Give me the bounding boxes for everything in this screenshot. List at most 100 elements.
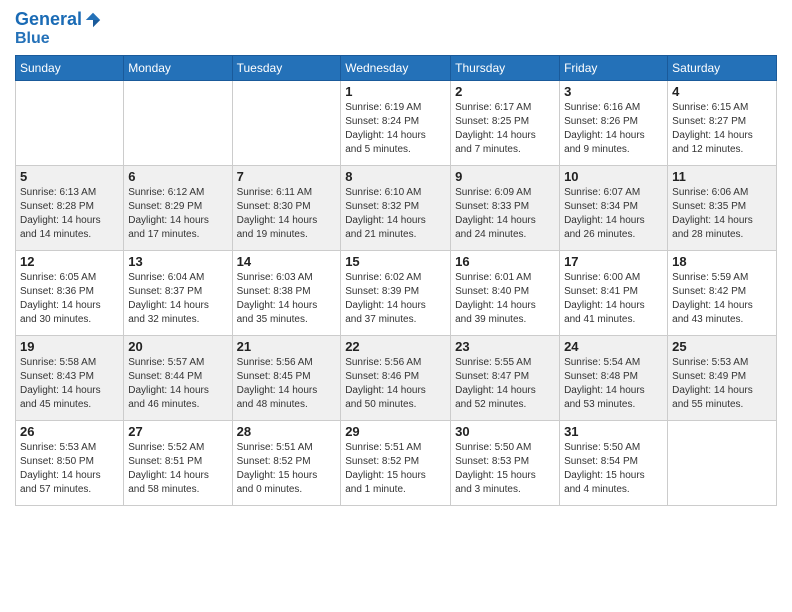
- calendar-cell: 22Sunrise: 5:56 AM Sunset: 8:46 PM Dayli…: [341, 336, 451, 421]
- day-number: 11: [672, 169, 772, 184]
- calendar-cell: 20Sunrise: 5:57 AM Sunset: 8:44 PM Dayli…: [124, 336, 232, 421]
- calendar-cell: 18 Sunrise: 5:59 AM Sunset: 8:42 PM Dayli…: [668, 251, 777, 336]
- calendar-cell: 15 Sunrise: 6:02 AM Sunset: 8:39 PM Dayli…: [341, 251, 451, 336]
- calendar-cell: 23 Sunrise: 5:55 AM Sunset: 8:47 PM Dayli…: [451, 336, 560, 421]
- weekday-header-saturday: Saturday: [668, 56, 777, 81]
- day-number: 15: [345, 254, 446, 269]
- day-info: Sunrise: 5:50 AM Sunset: 8:53 PM Dayligh…: [455, 441, 555, 497]
- day-number: 27: [128, 424, 227, 439]
- calendar-cell: 29Sunrise: 5:51 AM Sunset: 8:52 PM Dayli…: [341, 421, 451, 506]
- day-number: 29: [345, 424, 446, 439]
- day-info: Sunrise: 5:54 AM Sunset: 8:48 PM Dayligh…: [564, 356, 663, 412]
- day-info: Sunrise: 5:53 AM Sunset: 8:49 PM Dayligh…: [672, 356, 772, 412]
- calendar-cell: 27 Sunrise: 5:52 AM Sunset: 8:51 PM Dayli…: [124, 421, 232, 506]
- day-info: Sunrise: 5:58 AM Sunset: 8:43 PM Dayligh…: [20, 356, 119, 412]
- weekday-header-wednesday: Wednesday: [341, 56, 451, 81]
- calendar-cell: 31 Sunrise: 5:50 AM Sunset: 8:54 PM Dayli…: [560, 421, 668, 506]
- day-info: Sunrise: 6:19 AM Sunset: 8:24 PM Dayligh…: [345, 101, 446, 157]
- day-info: Sunrise: 5:57 AM Sunset: 8:44 PM Dayligh…: [128, 356, 227, 412]
- calendar-cell: 16Sunrise: 6:01 AM Sunset: 8:40 PM Dayli…: [451, 251, 560, 336]
- day-info: Sunrise: 6:16 AM Sunset: 8:26 PM Dayligh…: [564, 101, 663, 157]
- logo: General Blue: [15, 10, 102, 47]
- week-row-3: 12Sunrise: 6:05 AM Sunset: 8:36 PM Dayli…: [16, 251, 777, 336]
- day-info: Sunrise: 6:12 AM Sunset: 8:29 PM Dayligh…: [128, 186, 227, 242]
- day-info: Sunrise: 6:07 AM Sunset: 8:34 PM Dayligh…: [564, 186, 663, 242]
- day-info: Sunrise: 5:56 AM Sunset: 8:46 PM Dayligh…: [345, 356, 446, 412]
- day-number: 26: [20, 424, 119, 439]
- calendar-cell: 25 Sunrise: 5:53 AM Sunset: 8:49 PM Dayli…: [668, 336, 777, 421]
- logo-icon: [84, 11, 102, 29]
- week-row-5: 26 Sunrise: 5:53 AM Sunset: 8:50 PM Dayli…: [16, 421, 777, 506]
- week-row-1: 1 Sunrise: 6:19 AM Sunset: 8:24 PM Daylig…: [16, 81, 777, 166]
- week-row-2: 5 Sunrise: 6:13 AM Sunset: 8:28 PM Daylig…: [16, 166, 777, 251]
- day-info: Sunrise: 5:53 AM Sunset: 8:50 PM Dayligh…: [20, 441, 119, 497]
- day-info: Sunrise: 5:55 AM Sunset: 8:47 PM Dayligh…: [455, 356, 555, 412]
- day-info: Sunrise: 6:03 AM Sunset: 8:38 PM Dayligh…: [237, 271, 337, 327]
- calendar-cell: 10Sunrise: 6:07 AM Sunset: 8:34 PM Dayli…: [560, 166, 668, 251]
- calendar-cell: 7Sunrise: 6:11 AM Sunset: 8:30 PM Daylig…: [232, 166, 341, 251]
- logo-text-blue: Blue: [15, 30, 102, 48]
- weekday-header-monday: Monday: [124, 56, 232, 81]
- calendar-cell: 2Sunrise: 6:17 AM Sunset: 8:25 PM Daylig…: [451, 81, 560, 166]
- calendar-cell: 26 Sunrise: 5:53 AM Sunset: 8:50 PM Dayli…: [16, 421, 124, 506]
- day-info: Sunrise: 6:02 AM Sunset: 8:39 PM Dayligh…: [345, 271, 446, 327]
- calendar-cell: [232, 81, 341, 166]
- calendar-cell: 5 Sunrise: 6:13 AM Sunset: 8:28 PM Daylig…: [16, 166, 124, 251]
- day-number: 23: [455, 339, 555, 354]
- week-row-4: 19 Sunrise: 5:58 AM Sunset: 8:43 PM Dayli…: [16, 336, 777, 421]
- calendar-cell: 24Sunrise: 5:54 AM Sunset: 8:48 PM Dayli…: [560, 336, 668, 421]
- calendar-cell: 14Sunrise: 6:03 AM Sunset: 8:38 PM Dayli…: [232, 251, 341, 336]
- logo-text: General: [15, 10, 82, 30]
- calendar-cell: 9 Sunrise: 6:09 AM Sunset: 8:33 PM Daylig…: [451, 166, 560, 251]
- day-number: 5: [20, 169, 119, 184]
- calendar-cell: 13Sunrise: 6:04 AM Sunset: 8:37 PM Dayli…: [124, 251, 232, 336]
- day-info: Sunrise: 6:13 AM Sunset: 8:28 PM Dayligh…: [20, 186, 119, 242]
- day-number: 3: [564, 84, 663, 99]
- weekday-header-tuesday: Tuesday: [232, 56, 341, 81]
- day-number: 19: [20, 339, 119, 354]
- calendar-cell: 4 Sunrise: 6:15 AM Sunset: 8:27 PM Daylig…: [668, 81, 777, 166]
- day-number: 4: [672, 84, 772, 99]
- day-info: Sunrise: 6:01 AM Sunset: 8:40 PM Dayligh…: [455, 271, 555, 327]
- calendar-cell: [124, 81, 232, 166]
- page: General Blue SundayMondayTuesdayWednesda…: [0, 0, 792, 612]
- calendar-cell: 21Sunrise: 5:56 AM Sunset: 8:45 PM Dayli…: [232, 336, 341, 421]
- calendar-cell: 6Sunrise: 6:12 AM Sunset: 8:29 PM Daylig…: [124, 166, 232, 251]
- day-info: Sunrise: 6:11 AM Sunset: 8:30 PM Dayligh…: [237, 186, 337, 242]
- day-info: Sunrise: 5:59 AM Sunset: 8:42 PM Dayligh…: [672, 271, 772, 327]
- calendar-cell: 30 Sunrise: 5:50 AM Sunset: 8:53 PM Dayli…: [451, 421, 560, 506]
- day-info: Sunrise: 6:04 AM Sunset: 8:37 PM Dayligh…: [128, 271, 227, 327]
- day-number: 9: [455, 169, 555, 184]
- calendar-cell: 17 Sunrise: 6:00 AM Sunset: 8:41 PM Dayli…: [560, 251, 668, 336]
- calendar-cell: 3 Sunrise: 6:16 AM Sunset: 8:26 PM Daylig…: [560, 81, 668, 166]
- day-number: 18: [672, 254, 772, 269]
- day-info: Sunrise: 6:15 AM Sunset: 8:27 PM Dayligh…: [672, 101, 772, 157]
- day-number: 25: [672, 339, 772, 354]
- weekday-header-friday: Friday: [560, 56, 668, 81]
- day-info: Sunrise: 5:51 AM Sunset: 8:52 PM Dayligh…: [237, 441, 337, 497]
- day-number: 30: [455, 424, 555, 439]
- day-number: 21: [237, 339, 337, 354]
- day-info: Sunrise: 6:06 AM Sunset: 8:35 PM Dayligh…: [672, 186, 772, 242]
- day-number: 1: [345, 84, 446, 99]
- header: General Blue: [15, 10, 777, 47]
- calendar-cell: 12Sunrise: 6:05 AM Sunset: 8:36 PM Dayli…: [16, 251, 124, 336]
- day-info: Sunrise: 6:09 AM Sunset: 8:33 PM Dayligh…: [455, 186, 555, 242]
- day-info: Sunrise: 5:52 AM Sunset: 8:51 PM Dayligh…: [128, 441, 227, 497]
- calendar-cell: [16, 81, 124, 166]
- weekday-header-row: SundayMondayTuesdayWednesdayThursdayFrid…: [16, 56, 777, 81]
- calendar-cell: 28 Sunrise: 5:51 AM Sunset: 8:52 PM Dayli…: [232, 421, 341, 506]
- day-number: 17: [564, 254, 663, 269]
- calendar-cell: 19 Sunrise: 5:58 AM Sunset: 8:43 PM Dayli…: [16, 336, 124, 421]
- day-number: 8: [345, 169, 446, 184]
- day-number: 31: [564, 424, 663, 439]
- calendar-cell: [668, 421, 777, 506]
- day-info: Sunrise: 6:10 AM Sunset: 8:32 PM Dayligh…: [345, 186, 446, 242]
- day-number: 28: [237, 424, 337, 439]
- day-info: Sunrise: 6:00 AM Sunset: 8:41 PM Dayligh…: [564, 271, 663, 327]
- weekday-header-thursday: Thursday: [451, 56, 560, 81]
- calendar-cell: 11 Sunrise: 6:06 AM Sunset: 8:35 PM Dayli…: [668, 166, 777, 251]
- day-info: Sunrise: 6:17 AM Sunset: 8:25 PM Dayligh…: [455, 101, 555, 157]
- day-info: Sunrise: 5:50 AM Sunset: 8:54 PM Dayligh…: [564, 441, 663, 497]
- calendar-cell: 8 Sunrise: 6:10 AM Sunset: 8:32 PM Daylig…: [341, 166, 451, 251]
